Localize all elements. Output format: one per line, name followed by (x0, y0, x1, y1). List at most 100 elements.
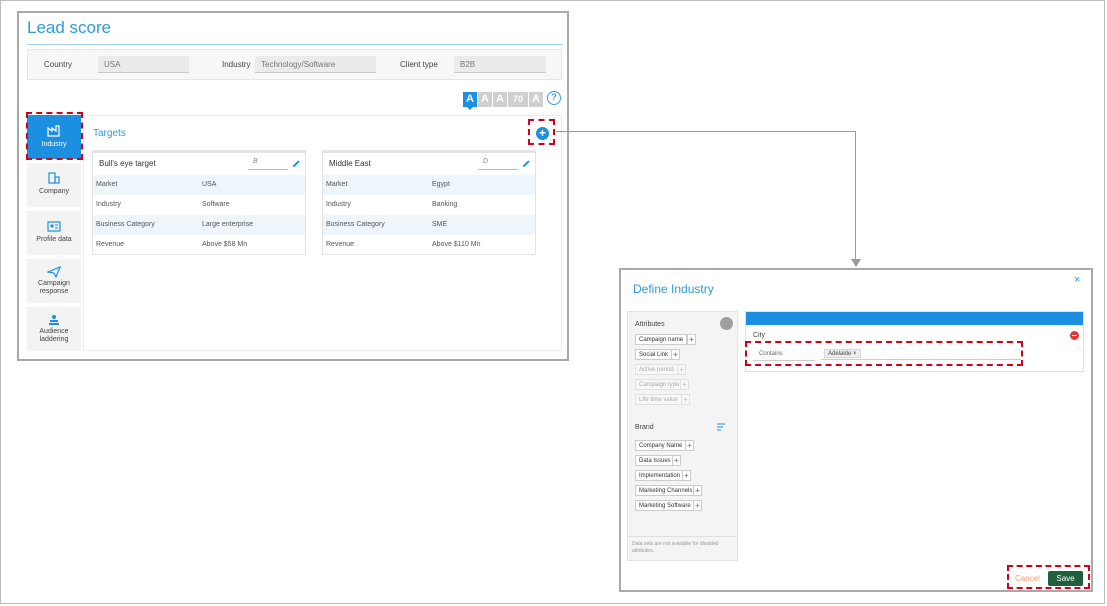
paper-plane-icon (47, 266, 61, 278)
row-value: Egypt (432, 181, 450, 188)
nav-label: Company (39, 188, 69, 195)
row-key: Industry (326, 201, 351, 208)
table-row: Industry Software (93, 195, 305, 215)
client-type-label: Client type (400, 60, 438, 69)
country-field[interactable]: USA (98, 56, 189, 73)
nav-item-campaign-response[interactable]: Campaign response (27, 259, 81, 303)
row-value: Software (202, 201, 230, 208)
pencil-icon[interactable] (292, 159, 301, 168)
nav-label: Profile data (36, 236, 72, 243)
nav-item-company[interactable]: Company (27, 163, 81, 207)
attributes-footnote: Data sets are not available for disabled… (628, 536, 737, 560)
building-icon (48, 172, 60, 184)
connector-line (855, 131, 856, 259)
nav-label: Audience laddering (39, 328, 69, 343)
highlight-industry-nav (26, 112, 83, 160)
add-attribute-icon[interactable]: + (685, 440, 694, 451)
row-key: Business Category (96, 221, 155, 228)
pencil-icon[interactable] (522, 159, 531, 168)
row-key: Market (96, 181, 118, 188)
add-attribute-icon: + (677, 364, 686, 375)
add-attribute-icon[interactable]: + (671, 349, 680, 360)
search-icon[interactable] (720, 317, 733, 330)
table-row: Business Category SME (323, 215, 535, 235)
add-attribute-icon[interactable]: + (693, 485, 702, 496)
font-size-option[interactable]: A (463, 92, 477, 107)
active-caret (467, 107, 473, 110)
add-attribute-icon: + (681, 394, 690, 405)
country-label: Country (44, 60, 73, 69)
row-value: USA (202, 181, 217, 188)
row-value: Banking (432, 201, 458, 208)
nav-item-audience-laddering[interactable]: Audience laddering (27, 307, 81, 351)
grade-field[interactable]: B (248, 158, 288, 170)
industry-field[interactable]: Technology/Software (255, 56, 376, 73)
rule-header-bar (746, 312, 1083, 325)
row-value: SME (432, 221, 448, 228)
connector-line (556, 131, 856, 132)
font-size-option[interactable]: A (478, 92, 492, 107)
client-type-field[interactable]: B2B (454, 56, 546, 73)
row-key: Industry (96, 201, 121, 208)
grade-field[interactable]: D (478, 158, 518, 170)
target-card[interactable]: Bull's eye target B Market USA Industry … (92, 150, 306, 255)
row-value: Large enterprise (202, 221, 253, 228)
brand-chip[interactable]: Marketing Channels (635, 485, 697, 496)
attribute-chip: Campaign type (635, 379, 684, 390)
brand-heading: Brand (635, 424, 654, 431)
user-stack-icon (49, 315, 59, 325)
attribute-chip: Active period (635, 364, 678, 375)
close-icon[interactable]: × (1074, 274, 1080, 286)
table-row: Market Egypt (323, 175, 535, 195)
define-industry-dialog: Define Industry × Attributes Campaign na… (619, 268, 1093, 592)
add-attribute-icon[interactable]: + (687, 334, 696, 345)
attributes-panel: Attributes Campaign name + Social Link +… (627, 311, 738, 561)
card-header: Bull's eye target B (93, 151, 305, 175)
filter-bar: Country USA Industry Technology/Software… (27, 49, 562, 80)
dialog-title: Define Industry (633, 282, 714, 296)
nav-item-profile-data[interactable]: Profile data (27, 211, 81, 255)
highlight-save-actions (1007, 565, 1090, 589)
nav-label: Campaign response (38, 280, 70, 295)
arrow-down-icon (851, 259, 861, 267)
font-size-option[interactable]: A (529, 92, 543, 107)
row-key: Market (326, 181, 348, 188)
row-value: Above $58 Mn (202, 241, 248, 248)
brand-chip[interactable]: Marketing Software (635, 500, 695, 511)
remove-rule-icon[interactable] (1070, 331, 1079, 340)
font-size-option[interactable]: 70 (508, 92, 528, 107)
id-card-icon (47, 221, 61, 232)
attributes-heading: Attributes (635, 321, 665, 328)
add-attribute-icon: + (680, 379, 689, 390)
table-row: Industry Banking (323, 195, 535, 215)
attribute-chip: Life time value (635, 394, 682, 405)
add-attribute-icon[interactable]: + (672, 455, 681, 466)
table-row: Revenue Above $58 Mn (93, 235, 305, 255)
table-row: Business Category Large enterprise (93, 215, 305, 235)
targets-title: Targets (93, 128, 126, 139)
lead-score-window: Lead score Country USA Industry Technolo… (17, 11, 569, 361)
title-divider (27, 44, 562, 45)
add-attribute-icon[interactable]: + (693, 500, 702, 511)
table-row: Revenue Above $110 Mn (323, 235, 535, 255)
add-attribute-icon[interactable]: + (682, 470, 691, 481)
targets-panel: Targets + Bull's eye target B Market USA… (83, 115, 562, 351)
brand-chip[interactable]: Data Issues (635, 455, 675, 466)
rule-field-label: City (753, 332, 766, 339)
attribute-chip[interactable]: Social Link (635, 349, 673, 360)
page-title: Lead score (27, 18, 112, 37)
attribute-chip[interactable]: Campaign name (635, 334, 688, 345)
row-key: Revenue (326, 241, 355, 248)
row-key: Revenue (96, 241, 125, 248)
font-size-option[interactable]: A (493, 92, 507, 107)
sort-icon[interactable] (717, 423, 727, 431)
help-icon[interactable]: ? (547, 91, 561, 105)
target-card[interactable]: Middle East D Market Egypt Industry Bank… (322, 150, 536, 255)
brand-chip[interactable]: Implementation (635, 470, 685, 481)
row-value: Above $110 Mn (432, 241, 481, 248)
target-name: Bull's eye target (99, 159, 156, 168)
brand-chip[interactable]: Company Name (635, 440, 687, 451)
row-key: Business Category (326, 221, 385, 228)
highlight-rule-row (745, 341, 1023, 366)
card-header: Middle East D (323, 151, 535, 175)
